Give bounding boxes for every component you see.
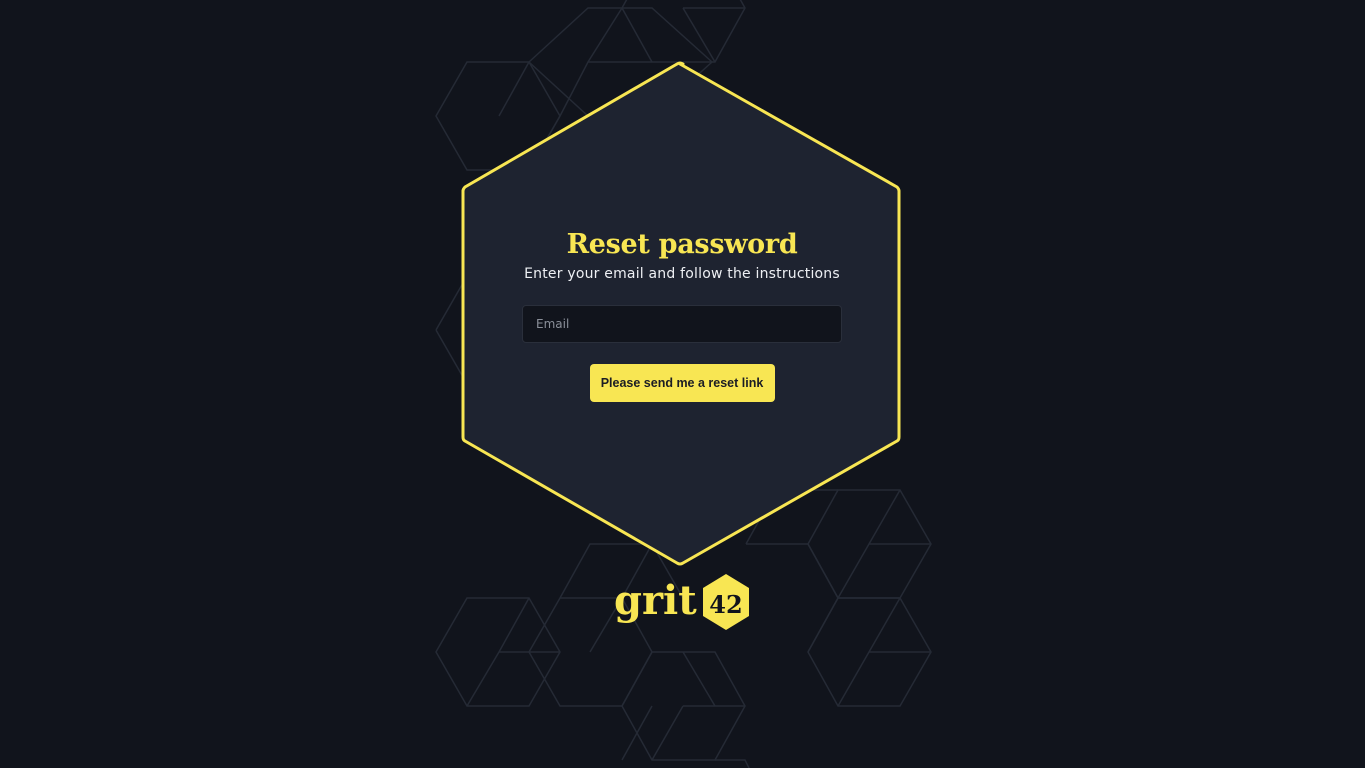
send-reset-link-button[interactable]: Please send me a reset link: [589, 364, 775, 402]
email-field[interactable]: [522, 305, 842, 343]
grit42-logo: grit 42: [614, 574, 749, 630]
logo-word: grit: [614, 577, 697, 624]
page-title: Reset password: [566, 229, 798, 260]
reset-password-page: Reset password Enter your email and foll…: [0, 0, 1365, 768]
page-subtitle: Enter your email and follow the instruct…: [524, 266, 840, 282]
logo-number: 42: [709, 590, 742, 619]
reset-form: Reset password Enter your email and foll…: [462, 228, 902, 402]
